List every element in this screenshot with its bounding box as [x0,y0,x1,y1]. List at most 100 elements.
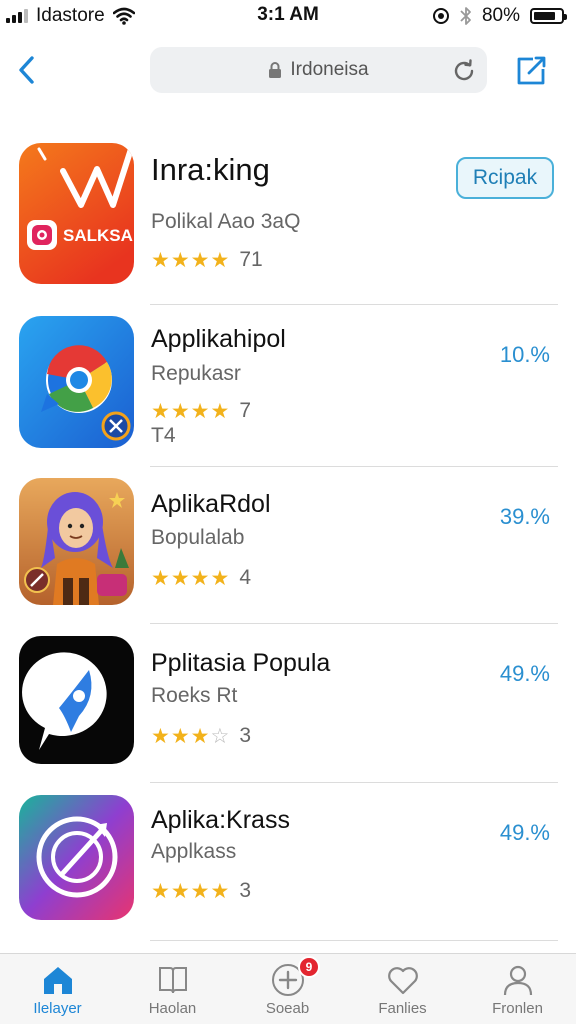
star-filled-icon: ★ [170,879,190,903]
list-divider [150,940,558,941]
messenger-app-icon[interactable] [19,636,134,764]
app-rating: ★ ★ ★ ★ 3 [151,879,251,903]
app-name: Inra:king [151,152,270,187]
notification-badge: 9 [298,956,320,978]
salksa-icon-text: SALKSA [63,226,133,245]
tab-bar: Ilelayer Haolan 9 Soeab Fanlies Fronlen [0,953,576,1024]
star-filled-icon: ★ [210,248,230,272]
app-rating: ★ ★ ★ ★ 7 [151,399,251,423]
tab-search[interactable]: 9 Soeab [230,954,345,1024]
cellular-signal-icon [6,9,28,23]
app-list-item[interactable]: SALKSA Inra:king Polikal Aao 3aQ ★ ★ ★ ★ 71… [0,140,576,290]
bluetooth-icon [460,7,471,25]
app-list-item[interactable]: AplikaRdol Bopulalab ★ ★ ★ ★ 4 39.% [0,474,576,624]
star-filled-icon: ★ [210,879,230,903]
app-subtitle: Applkass [151,840,237,863]
app-list-item[interactable]: Applikahipol Repukasr ★ ★ ★ ★ 7 T4 10.% [0,312,576,462]
compass-app-icon[interactable] [19,795,134,920]
navigation-bar: Irdoneisa [0,40,576,104]
star-filled-icon: ★ [151,399,170,423]
compose-icon [517,56,546,85]
person-icon [460,962,575,998]
heart-icon [345,962,460,998]
rating-count: 7 [239,399,251,422]
plus-circle-icon [230,962,345,998]
app-percentage: 49.% [499,661,550,686]
status-left: Idastore [6,5,135,27]
app-name: Applikahipol [151,325,286,353]
app-subtitle: Bopulalab [151,526,245,549]
star-filled-icon: ★ [190,879,210,903]
tab-home[interactable]: Ilelayer [0,954,115,1024]
rating-count: 71 [239,248,263,271]
star-filled-icon: ★ [170,566,190,590]
star-filled-icon: ★ [190,566,210,590]
character-app-icon[interactable] [19,478,134,605]
list-divider [150,623,558,624]
app-percentage: 39.% [499,504,550,529]
star-filled-icon: ★ [210,399,230,423]
star-rating: ★ ★ ★ ☆ [151,726,229,747]
address-bar[interactable]: Irdoneisa [150,47,487,93]
star-filled-icon: ★ [151,879,170,903]
app-list-item[interactable]: Pplitasia Popula Roeks Rt ★ ★ ★ ☆ 3 49.% [0,631,576,781]
tab-label: Fronlen [492,1000,543,1017]
compose-button[interactable] [512,50,552,90]
status-right: 80% [432,5,567,27]
app-subtitle: Polikal Aao 3aQ [151,210,301,233]
list-divider [150,782,558,783]
salksa-app-icon[interactable]: SALKSA [19,143,134,284]
app-extra-info: T4 [151,424,176,447]
tab-favorites[interactable]: Fanlies [345,954,460,1024]
app-name: AplikaRdol [151,490,271,518]
star-filled-icon: ★ [190,399,210,423]
star-filled-icon: ★ [210,566,230,590]
address-bar-content: Irdoneisa [150,47,487,93]
app-rating: ★ ★ ★ ☆ 3 [151,724,251,748]
star-filled-icon: ★ [170,248,190,272]
app-name: Aplika:Krass [151,806,290,834]
rating-count: 4 [239,566,251,589]
tab-label: Fanlies [378,1000,427,1017]
battery-percentage: 80% [481,5,520,26]
app-name: Pplitasia Popula [151,649,331,677]
tab-library[interactable]: Haolan [115,954,230,1024]
lock-icon [269,62,282,78]
chevron-left-icon [19,56,34,84]
star-filled-icon: ★ [151,724,170,748]
wifi-icon [112,7,135,25]
star-rating: ★ ★ ★ ★ [151,568,229,589]
star-filled-icon: ★ [170,399,190,423]
app-subtitle: Roeks Rt [151,684,238,707]
chrome-like-app-icon[interactable] [19,316,134,448]
orientation-lock-icon [432,8,449,24]
app-percentage: 49.% [499,820,550,845]
star-filled-icon: ★ [170,724,190,748]
app-subtitle: Repukasr [151,362,241,385]
star-filled-icon: ★ [151,566,170,590]
rating-count: 3 [239,724,251,747]
rating-count: 3 [239,879,251,902]
battery-icon [530,8,567,24]
get-button[interactable]: Rcipak [456,157,554,199]
star-rating: ★ ★ ★ ★ [151,401,229,422]
tab-label: Haolan [148,1000,197,1017]
app-list-item[interactable]: Aplika:Krass Applkass ★ ★ ★ ★ 3 49.% [0,790,576,940]
home-icon [0,962,115,998]
tab-label: Ilelayer [33,1000,82,1017]
carrier-name: Idastore [36,5,105,26]
back-button[interactable] [8,50,44,90]
list-divider [150,304,558,305]
star-rating: ★ ★ ★ ★ [151,250,229,271]
reload-button[interactable] [449,56,479,86]
app-rating: ★ ★ ★ ★ 71 [151,248,263,272]
app-rating: ★ ★ ★ ★ 4 [151,566,251,590]
app-percentage: 10.% [499,342,550,367]
star-rating: ★ ★ ★ ★ [151,881,229,902]
star-filled-icon: ★ [151,248,170,272]
tab-profile[interactable]: Fronlen [460,954,575,1024]
star-filled-icon: ★ [190,248,210,272]
address-bar-url: Irdoneisa [290,59,369,80]
tab-label: Soeab [265,1000,310,1017]
list-divider [150,466,558,467]
